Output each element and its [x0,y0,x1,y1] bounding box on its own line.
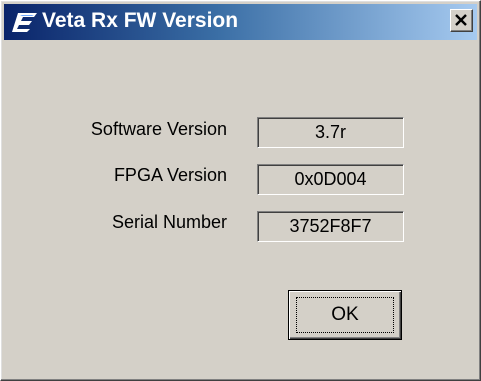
software-version-value: 3.7r [257,117,404,148]
fpga-version-value: 0x0D004 [257,164,404,195]
ok-button[interactable]: OK [288,290,402,340]
software-version-label: Software Version [90,119,227,139]
ok-button-label: OK [296,297,394,333]
title-bar[interactable]: Veta Rx FW Version [4,4,477,40]
app-logo-icon [12,13,37,32]
dialog-window: Veta Rx FW Version Software Version 3.7r… [0,0,481,381]
serial-number-value: 3752F8F7 [257,211,404,242]
fpga-version-label: FPGA Version [113,165,227,185]
close-button[interactable] [450,9,473,32]
window-title: Veta Rx FW Version [42,9,239,32]
close-icon [455,14,467,26]
serial-number-label: Serial Number [111,212,227,232]
